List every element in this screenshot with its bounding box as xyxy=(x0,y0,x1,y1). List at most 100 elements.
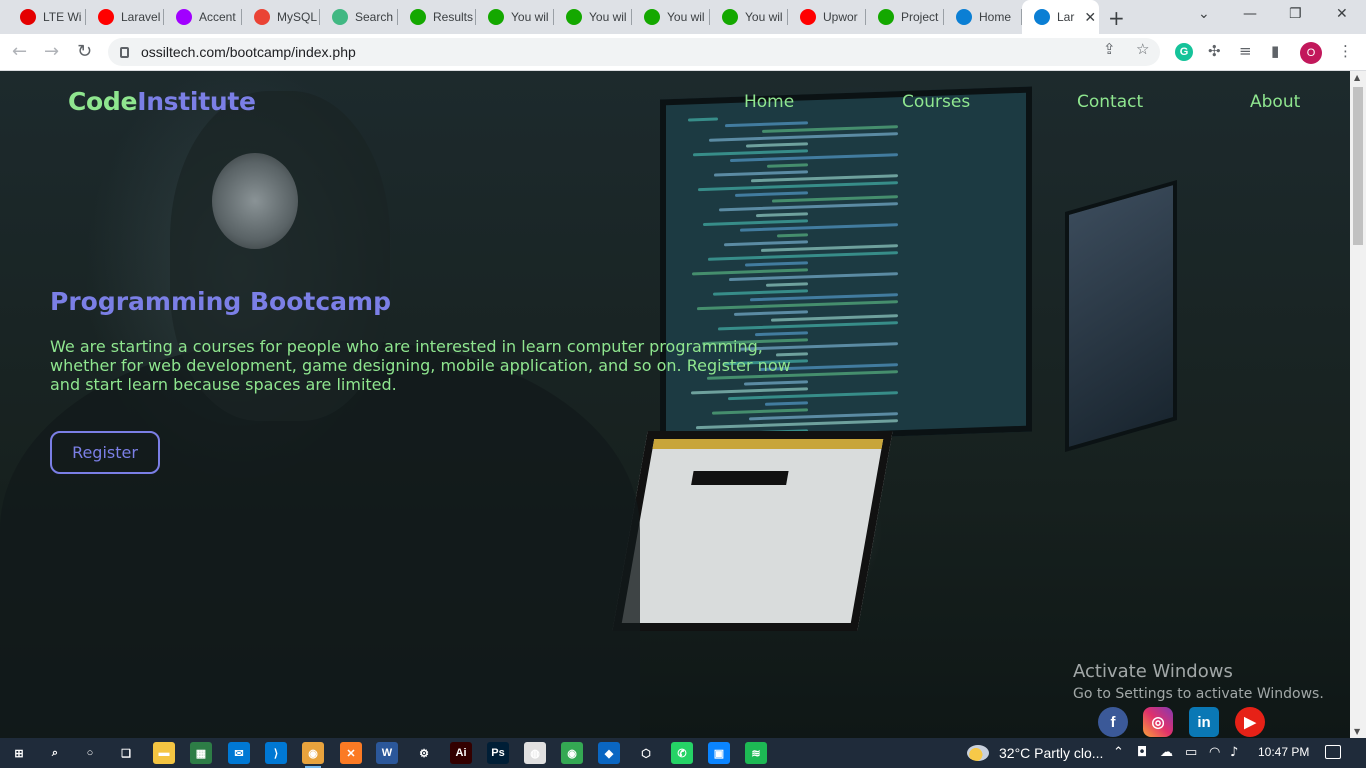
monitor-code-line xyxy=(771,314,898,322)
menu-kebab-icon[interactable]: ⋮ xyxy=(1338,42,1353,60)
upwork-favicon-icon xyxy=(488,9,504,25)
instagram-icon[interactable]: ◎ xyxy=(1143,707,1173,737)
photoshop-icon[interactable]: Ps xyxy=(487,742,509,764)
site-logo[interactable]: CodeInstitute xyxy=(68,87,256,116)
monitor-code-line xyxy=(777,233,808,238)
xampp-icon[interactable]: ✕ xyxy=(340,742,362,764)
onedrive-icon[interactable]: ☁ xyxy=(1160,745,1173,760)
tab-label: Search xyxy=(355,10,394,24)
app-blue-icon[interactable]: ◆ xyxy=(598,742,620,764)
tab-search-icon[interactable]: ⌄ xyxy=(1198,6,1210,22)
cortana-icon[interactable]: ○ xyxy=(79,742,101,764)
share-icon[interactable]: ⇪ xyxy=(1103,40,1116,58)
whatsapp-icon[interactable]: ✆ xyxy=(671,742,693,764)
bookmark-star-icon[interactable]: ☆ xyxy=(1136,40,1149,58)
new-tab-button[interactable]: + xyxy=(1108,6,1125,30)
search-icon[interactable]: ⌕ xyxy=(44,742,66,764)
browser-tab[interactable]: Search xyxy=(320,0,398,34)
upwork-favicon-icon xyxy=(878,9,894,25)
monitor-code-line xyxy=(709,132,898,142)
browser-tab[interactable]: LTE Wi xyxy=(8,0,86,34)
app-circle-icon[interactable]: ◍ xyxy=(524,742,546,764)
meet-now-icon[interactable]: ◘ xyxy=(1137,745,1147,760)
file-explorer-icon[interactable]: ▬ xyxy=(153,742,175,764)
browser-tab[interactable]: Home xyxy=(944,0,1022,34)
reload-icon[interactable]: ↻ xyxy=(77,41,92,62)
browser-tab[interactable]: Laravel xyxy=(86,0,164,34)
youtube-icon[interactable]: ▶ xyxy=(1235,707,1265,737)
tray-overflow-chevron-icon[interactable]: ⌃ xyxy=(1113,745,1124,760)
app-window-icon[interactable]: ▣ xyxy=(708,742,730,764)
nav-courses-link[interactable]: Courses xyxy=(902,92,970,112)
scrollbar-thumb[interactable] xyxy=(1353,87,1363,245)
extensions-icon[interactable]: ✣ xyxy=(1208,42,1221,60)
monitor-code-line xyxy=(719,202,898,212)
scroll-down-icon[interactable]: ▼ xyxy=(1354,727,1360,736)
side-panel-icon[interactable]: ▮ xyxy=(1271,42,1279,60)
restore-icon[interactable]: ❐ xyxy=(1289,6,1302,22)
windows-start-icon[interactable]: ⊞ xyxy=(8,742,30,764)
monitor-code-line xyxy=(688,117,718,122)
nav-contact-link[interactable]: Contact xyxy=(1077,92,1143,112)
tab-label: Upwor xyxy=(823,10,858,24)
browser-tab[interactable]: You wil xyxy=(476,0,554,34)
store-icon[interactable]: ▦ xyxy=(190,742,212,764)
vscode-icon[interactable]: ⟩ xyxy=(265,742,287,764)
browser-tab[interactable]: Accent xyxy=(164,0,242,34)
browser-tab[interactable]: You wil xyxy=(710,0,788,34)
site-favicon-icon xyxy=(1034,9,1050,25)
browser-tab[interactable]: MySQL xyxy=(242,0,320,34)
media-control-icon[interactable]: ≡ xyxy=(1239,42,1252,60)
illustrator-icon[interactable]: Ai xyxy=(450,742,472,764)
linkedin-icon[interactable]: in xyxy=(1189,707,1219,737)
browser-tab[interactable]: You wil xyxy=(554,0,632,34)
task-view-icon[interactable]: ❏ xyxy=(115,742,137,764)
taskbar-clock[interactable]: 10:47 PM xyxy=(1258,745,1309,759)
logo-code-text: Code xyxy=(68,87,138,116)
browser-tab[interactable]: Project xyxy=(866,0,944,34)
grammarly-extension-icon[interactable]: G xyxy=(1175,43,1193,61)
notification-center-icon[interactable] xyxy=(1325,745,1341,759)
page-scrollbar[interactable]: ▲ ▼ xyxy=(1350,71,1366,738)
browser-tab[interactable]: Upwor xyxy=(788,0,866,34)
tab-label: Accent xyxy=(199,10,236,24)
monitor-code-line xyxy=(725,121,808,128)
url-text[interactable]: ossiltech.com/bootcamp/index.php xyxy=(141,44,356,60)
site-favicon-icon xyxy=(956,9,972,25)
monitor-code-line xyxy=(698,181,898,192)
browser-tab[interactable]: You wil xyxy=(632,0,710,34)
weather-widget[interactable]: 32°C Partly clo... xyxy=(967,745,1103,761)
volume-icon[interactable]: ♪ xyxy=(1230,745,1238,760)
close-tab-icon[interactable]: ✕ xyxy=(1084,9,1096,26)
forward-icon[interactable]: → xyxy=(44,41,59,62)
close-window-icon[interactable]: ✕ xyxy=(1336,6,1348,22)
mail-icon[interactable]: ✉ xyxy=(228,742,250,764)
battery-icon[interactable]: ▭ xyxy=(1185,745,1197,760)
nav-about-link[interactable]: About xyxy=(1250,92,1300,112)
monitor-code-line xyxy=(696,419,898,430)
monitor-code-line xyxy=(693,149,808,157)
wifi-icon[interactable]: ◠ xyxy=(1209,745,1220,760)
chrome-icon[interactable]: ◉ xyxy=(302,742,324,768)
facebook-icon[interactable]: f xyxy=(1098,707,1128,737)
spotify-icon[interactable]: ≋ xyxy=(745,742,767,764)
browser-tab[interactable]: Results xyxy=(398,0,476,34)
tab-label: Home xyxy=(979,10,1012,24)
lock-icon xyxy=(120,46,129,58)
settings-icon[interactable]: ⚙ xyxy=(413,742,435,764)
minimize-icon[interactable]: — xyxy=(1243,6,1257,22)
monitor-code-line xyxy=(692,268,808,276)
back-icon[interactable]: ← xyxy=(12,41,27,62)
accenture-favicon-icon xyxy=(176,9,192,25)
gmail-favicon-icon xyxy=(254,9,270,25)
package-icon[interactable]: ⬡ xyxy=(635,742,657,764)
address-bar[interactable]: ossiltech.com/bootcamp/index.php xyxy=(108,38,1160,66)
browser-tab[interactable]: Lar ✕ xyxy=(1022,0,1099,34)
nav-home-link[interactable]: Home xyxy=(744,92,794,112)
scroll-up-icon[interactable]: ▲ xyxy=(1354,73,1360,82)
monitor-code-line xyxy=(772,195,898,203)
register-button[interactable]: Register xyxy=(50,431,160,474)
word-icon[interactable]: W xyxy=(376,742,398,764)
chrome-2-icon[interactable]: ◉ xyxy=(561,742,583,764)
profile-avatar[interactable]: O xyxy=(1300,42,1322,64)
